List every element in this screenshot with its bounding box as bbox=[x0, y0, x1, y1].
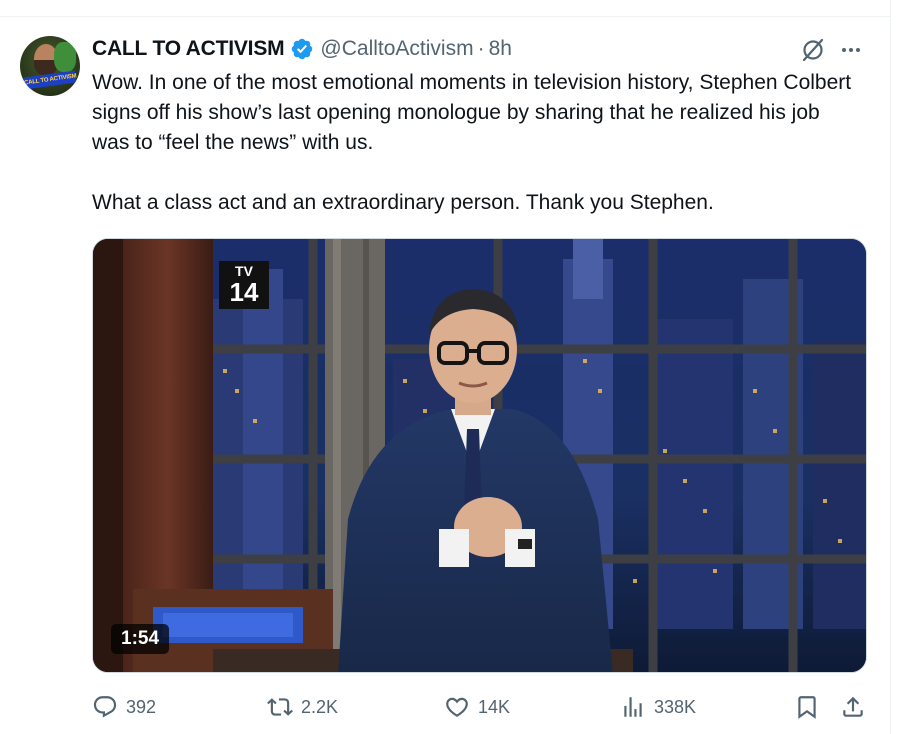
tweet-container[interactable]: CALL TO ACTIVISM CALL TO ACTIVISM @Callt… bbox=[0, 0, 891, 734]
reply-count: 392 bbox=[126, 696, 157, 717]
tv-rating-age: 14 bbox=[229, 277, 259, 307]
timestamp[interactable]: 8h bbox=[489, 37, 512, 61]
reply-icon bbox=[93, 696, 117, 718]
avatar-banner-text: CALL TO ACTIVISM bbox=[23, 70, 77, 90]
bookmark-button[interactable] bbox=[794, 690, 820, 724]
separator-dot: · bbox=[477, 37, 485, 60]
grok-icon[interactable] bbox=[800, 37, 826, 63]
tweet-actions: 392 2.2K 14K 338K bbox=[92, 690, 867, 724]
tv-rating-badge: TV 14 bbox=[219, 261, 269, 309]
header-actions bbox=[800, 36, 862, 64]
analytics-icon bbox=[624, 697, 642, 717]
views-button[interactable]: 338K bbox=[620, 690, 696, 724]
reply-button[interactable]: 392 bbox=[92, 690, 156, 724]
tweet-text-paragraph: Wow. In one of the most emotional moment… bbox=[92, 71, 852, 154]
avatar-hulk bbox=[54, 42, 76, 72]
view-count: 338K bbox=[654, 696, 697, 717]
bookmark-icon bbox=[798, 696, 816, 719]
more-options-icon[interactable] bbox=[840, 39, 862, 61]
tweet-header: CALL TO ACTIVISM @CalltoActivism · 8h bbox=[92, 36, 512, 62]
author-name[interactable]: CALL TO ACTIVISM bbox=[92, 37, 285, 61]
author-handle[interactable]: @CalltoActivism bbox=[320, 37, 473, 61]
like-button[interactable]: 14K bbox=[444, 690, 510, 724]
divider bbox=[0, 16, 891, 17]
verified-badge-icon[interactable] bbox=[290, 37, 314, 61]
avatar[interactable]: CALL TO ACTIVISM bbox=[20, 36, 80, 96]
tweet-text-paragraph: What a class act and an extraordinary pe… bbox=[92, 191, 714, 214]
heart-icon bbox=[446, 697, 468, 717]
like-count: 14K bbox=[478, 696, 511, 717]
repost-count: 2.2K bbox=[301, 696, 339, 717]
video-player[interactable]: TV 14 1:54 bbox=[92, 238, 867, 673]
tweet-text: Wow. In one of the most emotional moment… bbox=[92, 68, 862, 218]
video-thumbnail bbox=[93, 239, 866, 672]
repost-button[interactable]: 2.2K bbox=[267, 690, 338, 724]
share-icon bbox=[843, 696, 863, 717]
retweet-icon bbox=[267, 698, 293, 716]
share-button[interactable] bbox=[840, 690, 866, 724]
video-duration: 1:54 bbox=[111, 624, 170, 654]
